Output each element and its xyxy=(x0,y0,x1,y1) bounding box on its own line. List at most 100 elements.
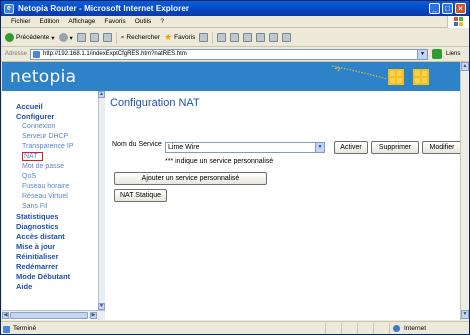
toolbar-separator xyxy=(115,31,117,44)
static-nat-button[interactable]: NAT Statique xyxy=(114,189,167,202)
folder-icon[interactable] xyxy=(269,33,279,42)
nav-item-redemarrer[interactable]: Redémarrer xyxy=(16,262,74,272)
add-custom-service-button[interactable]: Ajouter un service personnalisé xyxy=(114,172,267,185)
status-bar: Terminé Internet xyxy=(1,321,469,334)
dropdown-arrow-icon: ▾ xyxy=(51,34,55,42)
minimize-button[interactable]: _ xyxy=(429,3,440,14)
nav-item-accueil[interactable]: Accueil xyxy=(16,102,74,112)
windows-logo-icon xyxy=(447,16,469,28)
search-icon: ⌕ xyxy=(120,33,125,41)
search-button[interactable]: ⌕ Rechercher xyxy=(121,34,160,42)
scroll-up-icon[interactable]: ▲ xyxy=(461,62,469,71)
menu-file[interactable]: Fichier xyxy=(11,18,31,25)
nav-item-nat[interactable]: NAT xyxy=(22,152,43,161)
menu-edit[interactable]: Edition xyxy=(40,18,60,25)
toolbar-separator xyxy=(212,31,214,44)
status-cell xyxy=(357,322,373,334)
refresh-icon[interactable] xyxy=(89,33,99,42)
nav-item-reseau-virtuel[interactable]: Réseau Virtuel xyxy=(22,192,74,202)
main-content: Configuration NAT Nom du Service Lime Wi… xyxy=(105,91,460,320)
scroll-left-icon[interactable]: ◀ xyxy=(2,312,9,319)
stop-icon[interactable] xyxy=(76,33,86,42)
sidebar: Accueil Configurer Connexion Serveur DHCP Tr… xyxy=(2,91,98,320)
menu-bar: Fichier Edition Affichage Favoris Outils… xyxy=(1,16,469,28)
forward-button[interactable]: ▾ xyxy=(58,33,73,42)
home-icon[interactable] xyxy=(102,33,112,42)
back-button[interactable]: Précédente ▾ xyxy=(5,33,55,42)
window-decoration-icon xyxy=(413,69,429,85)
window-decoration-icon xyxy=(388,69,404,85)
menu-tools[interactable]: Outils xyxy=(135,18,152,25)
favorites-button[interactable]: ★ Favoris xyxy=(164,33,195,42)
maximize-button[interactable]: □ xyxy=(442,3,453,14)
address-label: Adresse xyxy=(5,51,28,57)
scroll-down-icon[interactable]: ▼ xyxy=(461,310,469,319)
window-controls: _ □ × xyxy=(429,3,466,14)
edit-icon[interactable] xyxy=(243,33,253,42)
frame-vertical-scrollbar[interactable]: ▲ ▼ xyxy=(98,62,105,320)
frame-horizontal-scrollbar[interactable]: ◀ ▶ xyxy=(2,310,105,319)
dropdown-arrow-icon: ▾ xyxy=(69,34,73,42)
scroll-up-icon[interactable]: ▲ xyxy=(98,91,105,98)
chevron-down-icon[interactable]: ▼ xyxy=(315,143,324,152)
nav-item-mot-de-passe[interactable]: Mot de passe xyxy=(22,162,74,172)
close-button[interactable]: × xyxy=(455,3,466,14)
scrollbar-thumb[interactable] xyxy=(10,312,88,319)
print-icon[interactable] xyxy=(230,33,240,42)
address-bar: Adresse http://192.168.1.1/indexExptCfgR… xyxy=(1,47,469,62)
status-cell xyxy=(325,322,341,334)
history-icon[interactable] xyxy=(199,33,209,42)
links-label[interactable]: Liens xyxy=(446,51,460,57)
security-zone: Internet xyxy=(389,322,469,334)
delete-button[interactable]: Supprimer xyxy=(371,141,419,154)
nav-item-connexion[interactable]: Connexion xyxy=(22,122,74,132)
status-cell xyxy=(341,322,357,334)
favorites-label: Favoris xyxy=(174,34,196,41)
custom-service-note: *** indique un service personnalisé xyxy=(165,158,274,165)
menu-view[interactable]: Affichage xyxy=(68,18,95,25)
menu-help[interactable]: ? xyxy=(160,18,164,25)
menu-favorites[interactable]: Favoris xyxy=(104,18,125,25)
nav-item-configurer[interactable]: Configurer xyxy=(16,112,74,122)
nav-item-qos[interactable]: QoS xyxy=(22,172,74,182)
scroll-right-icon[interactable]: ▶ xyxy=(90,312,97,319)
nav-item-mode-debutant[interactable]: Mode Débutant xyxy=(16,272,74,282)
scrollbar-track[interactable] xyxy=(98,91,105,320)
web-page: netopia Accueil Configurer Connexion Serveu… xyxy=(2,62,460,320)
search-label: Rechercher xyxy=(126,34,161,41)
nav-item-serveur-dhcp[interactable]: Serveur DHCP xyxy=(22,132,74,142)
address-input[interactable]: http://192.168.1.1/indexExptCfgRES.htm?n… xyxy=(30,48,429,60)
title-bar: e Netopia Router - Microsoft Internet Ex… xyxy=(1,1,469,16)
page-vertical-scrollbar[interactable]: ▲ ▼ xyxy=(460,62,469,320)
page-title: Configuration NAT xyxy=(110,97,200,109)
nav-item-aide[interactable]: Aide xyxy=(16,282,74,292)
go-button[interactable] xyxy=(432,49,443,59)
toolbar: Précédente ▾ ▾ ⌕ Rechercher ★ Favoris xyxy=(1,29,469,47)
nav-item-fuseau-horaire[interactable]: Fuseau horaire xyxy=(22,182,74,192)
mail-icon[interactable] xyxy=(217,33,227,42)
window-title: Netopia Router - Microsoft Internet Expl… xyxy=(18,4,190,13)
address-dropdown-icon[interactable]: ▼ xyxy=(417,49,428,59)
nav-menu: Accueil Configurer Connexion Serveur DHCP Tr… xyxy=(16,102,74,292)
nav-item-statistiques[interactable]: Statistiques xyxy=(16,212,74,222)
nav-item-transparence-ip[interactable]: Transparence IP xyxy=(22,142,74,152)
address-url: http://192.168.1.1/indexExptCfgRES.htm?n… xyxy=(43,51,187,57)
activate-button[interactable]: Activer xyxy=(334,141,368,154)
nav-item-acces-distant[interactable]: Accès distant xyxy=(16,232,74,242)
star-icon: ★ xyxy=(164,32,173,42)
service-name-label: Nom du Service xyxy=(112,141,162,148)
modify-button[interactable]: Modifier xyxy=(422,141,460,154)
nav-item-sans-fil[interactable]: Sans Fil xyxy=(22,202,74,212)
page-done-icon xyxy=(3,325,10,333)
scroll-down-icon[interactable]: ▼ xyxy=(98,303,105,310)
status-label: Terminé xyxy=(13,324,37,332)
nav-item-mise-a-jour[interactable]: Mise à jour xyxy=(16,242,74,252)
service-select[interactable]: Lime Wire ▼ xyxy=(165,142,325,153)
netopia-header: netopia xyxy=(2,62,460,91)
nav-item-diagnostics[interactable]: Diagnostics xyxy=(16,222,74,232)
globe-icon xyxy=(393,324,400,332)
back-label: Précédente xyxy=(16,34,50,41)
nav-item-reinitialiser[interactable]: Réinitialiser xyxy=(16,252,74,262)
messenger-icon[interactable] xyxy=(282,33,292,42)
discuss-icon[interactable] xyxy=(256,33,266,42)
